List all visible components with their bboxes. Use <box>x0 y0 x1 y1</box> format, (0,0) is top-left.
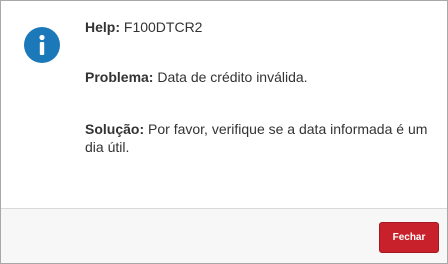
close-button-label: Fechar <box>392 232 426 243</box>
close-button[interactable]: Fechar <box>379 222 439 253</box>
problem-line: Problema: Data de crédito inválida. <box>85 68 437 86</box>
solution-line: Solução: Por favor, verifique se a data … <box>85 120 437 156</box>
problem-text: Data de crédito inválida. <box>157 69 308 85</box>
help-line: Help: F100DTCR2 <box>85 18 437 36</box>
dialog-content: Help: F100DTCR2 Problema: Data de crédit… <box>1 1 447 208</box>
problem-label: Problema: <box>85 69 154 85</box>
info-icon <box>24 27 60 63</box>
help-code: F100DTCR2 <box>123 19 203 35</box>
solution-label: Solução: <box>85 121 145 137</box>
help-label: Help: <box>85 19 120 35</box>
